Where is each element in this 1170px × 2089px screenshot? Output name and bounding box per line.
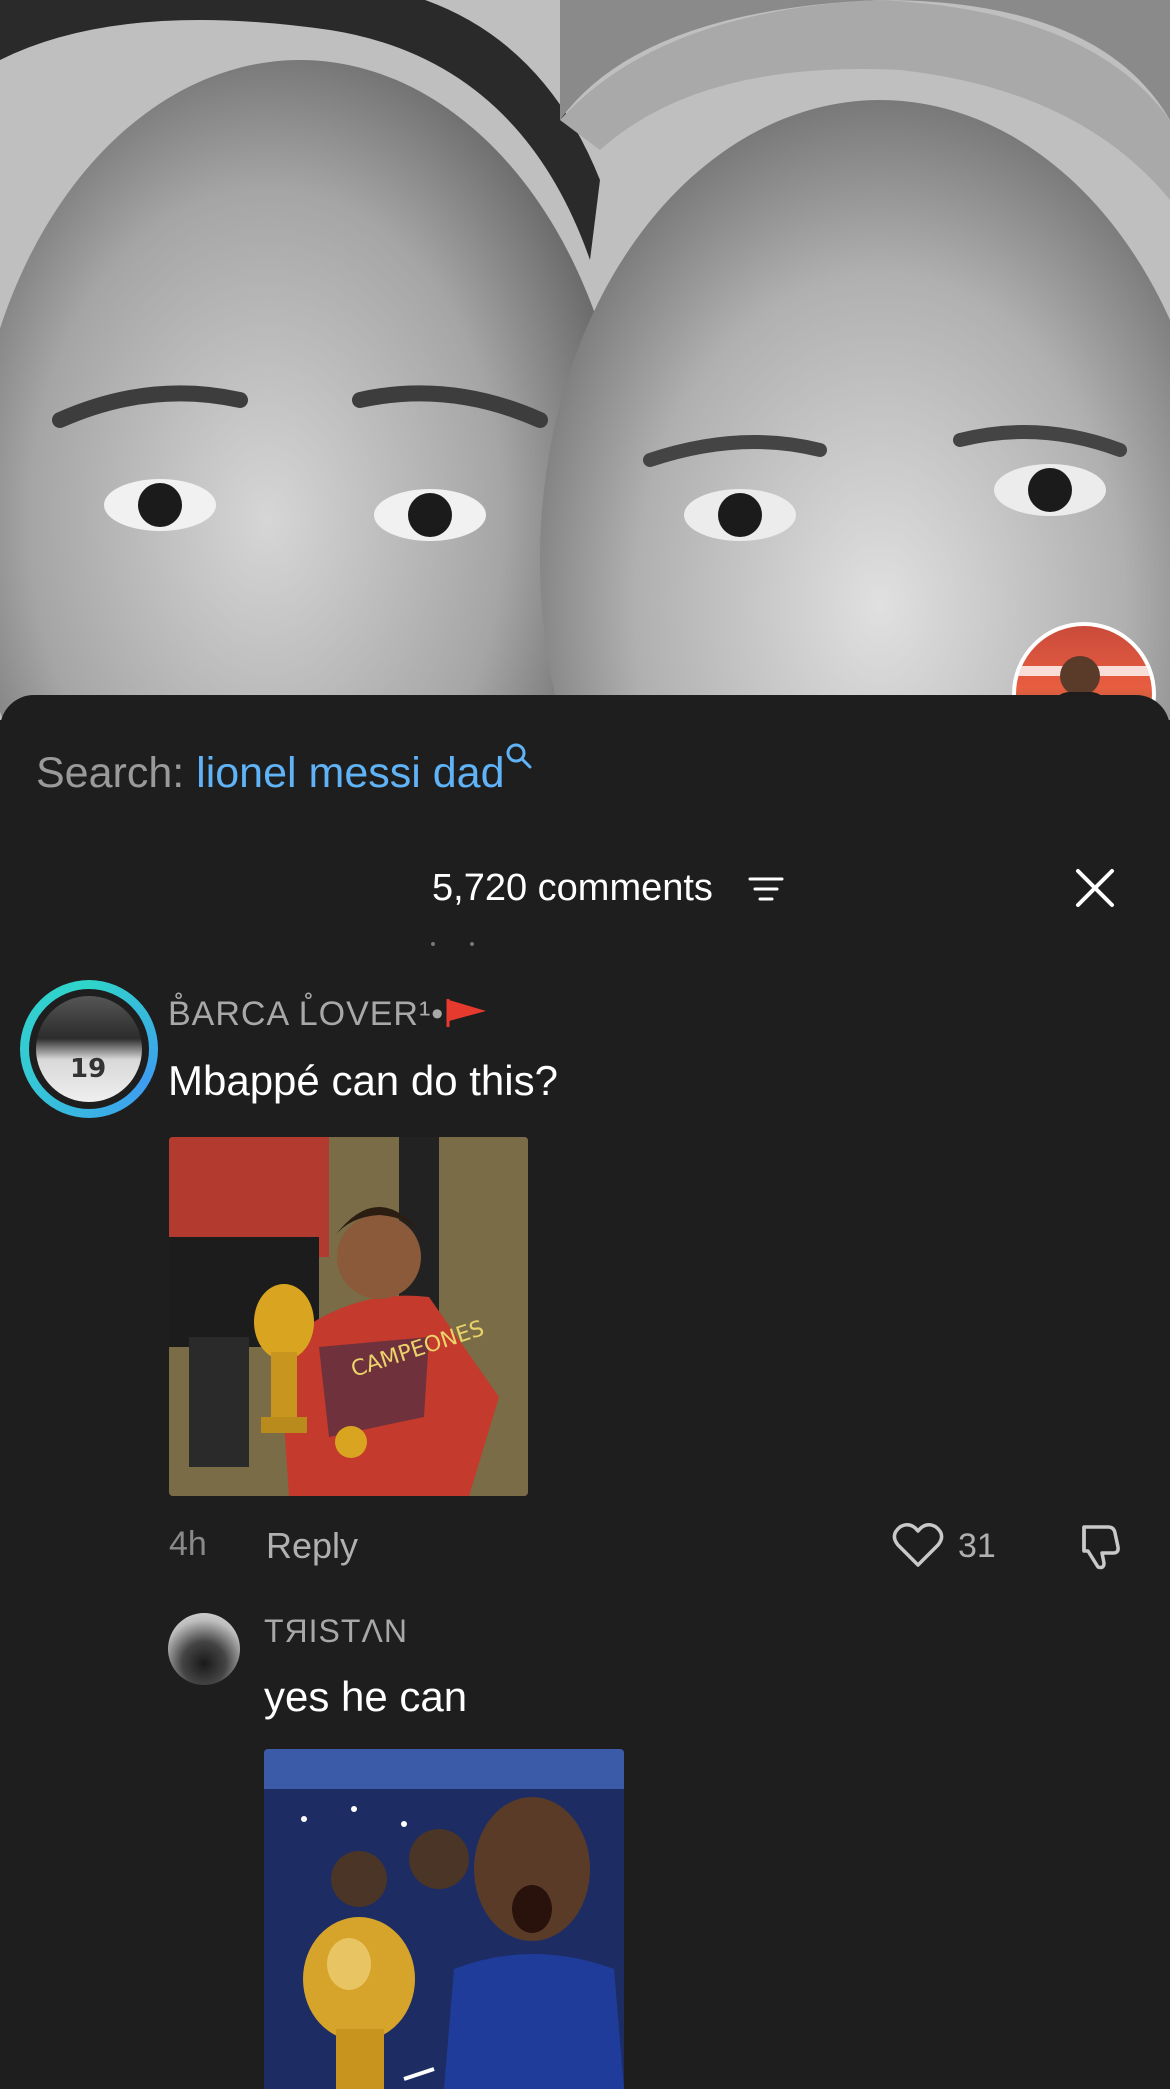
video-frame-image bbox=[0, 0, 1170, 720]
commenter-avatar[interactable]: 19 bbox=[20, 980, 158, 1118]
reply-text: yes he can bbox=[264, 1673, 468, 1720]
reply-photo-trophy[interactable] bbox=[264, 1749, 624, 2089]
search-query-link[interactable]: lionel messi dad bbox=[196, 749, 504, 797]
red-flag-icon bbox=[444, 997, 488, 1027]
filter-icon[interactable] bbox=[748, 871, 784, 907]
search-label: Search: bbox=[36, 749, 185, 797]
like-count: 31 bbox=[958, 1527, 996, 1565]
reply-avatar[interactable] bbox=[168, 1613, 240, 1685]
reply-username[interactable]: TЯISTΛN bbox=[264, 1613, 408, 1650]
comment-username[interactable]: B̊ARCA L̊OVER¹• bbox=[168, 995, 488, 1034]
loading-dots bbox=[431, 942, 474, 946]
heart-icon[interactable] bbox=[892, 1521, 944, 1569]
dislike-icon[interactable] bbox=[1070, 1521, 1122, 1571]
reply-button[interactable]: Reply bbox=[266, 1525, 358, 1567]
comment-timestamp: 4h bbox=[169, 1525, 207, 1563]
comment-count: 5,720 comments bbox=[432, 867, 713, 909]
comment-photo-trophy[interactable]: CAMPEONES bbox=[169, 1137, 528, 1496]
comment-text: Mbappé can do this? bbox=[168, 1057, 558, 1104]
video-background[interactable] bbox=[0, 0, 1170, 720]
avatar-jersey-number: 19 bbox=[70, 1054, 107, 1084]
comments-header: 5,720 comments bbox=[0, 855, 1170, 921]
avatar-image: 19 bbox=[36, 996, 142, 1102]
search-icon bbox=[504, 729, 534, 769]
close-icon[interactable] bbox=[1070, 863, 1120, 913]
comments-sheet: Search: lionel messi dad 5,720 comments bbox=[0, 695, 1170, 2089]
search-suggestion[interactable]: Search: lionel messi dad bbox=[36, 743, 534, 801]
